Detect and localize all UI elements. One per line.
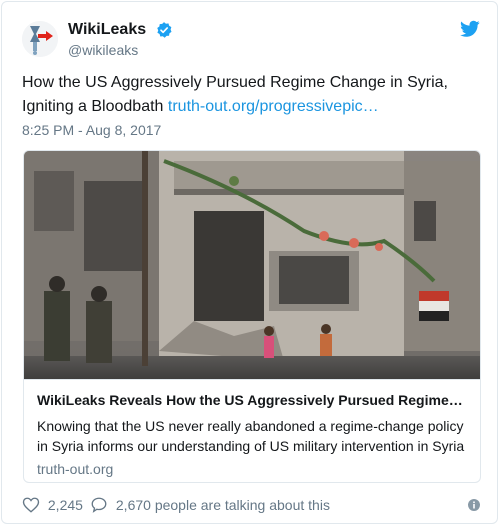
like-count: 2,245: [47, 497, 83, 514]
conversation-link[interactable]: 2,670 people are talking about this: [90, 496, 330, 514]
twitter-bird-icon[interactable]: [460, 20, 480, 38]
speech-bubble-icon: [91, 497, 107, 514]
hourglass-drip-avatar-icon: [22, 21, 58, 57]
tweet-header: WikiLeaks @wikileaks: [22, 18, 482, 62]
user-handle[interactable]: @wikileaks: [68, 42, 173, 58]
card-title[interactable]: WikiLeaks Reveals How the US Aggressivel…: [37, 392, 469, 408]
embedded-tweet: WikiLeaks @wikileaks How the US Aggressi…: [1, 1, 498, 524]
card-domain[interactable]: truth-out.org: [37, 461, 113, 477]
talking-count: 2,670 people are talking about this: [115, 497, 330, 514]
tweet-footer: 2,245 2,670 people are talking about thi…: [22, 496, 482, 518]
avatar[interactable]: [22, 21, 58, 57]
card-image[interactable]: [24, 151, 480, 379]
user-info[interactable]: WikiLeaks @wikileaks: [68, 21, 173, 58]
card-description: Knowing that the US never really abandon…: [37, 418, 465, 454]
card-body[interactable]: WikiLeaks Reveals How the US Aggressivel…: [24, 379, 480, 482]
tweet-link[interactable]: truth-out.org/progressivepic…: [168, 98, 379, 115]
heart-icon: [22, 497, 40, 513]
link-card[interactable]: WikiLeaks Reveals How the US Aggressivel…: [23, 150, 481, 483]
like-button[interactable]: 2,245: [22, 496, 83, 514]
tweet-text: How the US Aggressively Pursued Regime C…: [22, 71, 487, 119]
tweet-timestamp[interactable]: 8:25 PM - Aug 8, 2017: [22, 122, 161, 138]
verified-badge-icon: [156, 22, 172, 38]
display-name[interactable]: WikiLeaks: [68, 21, 146, 39]
info-icon[interactable]: [468, 499, 480, 511]
